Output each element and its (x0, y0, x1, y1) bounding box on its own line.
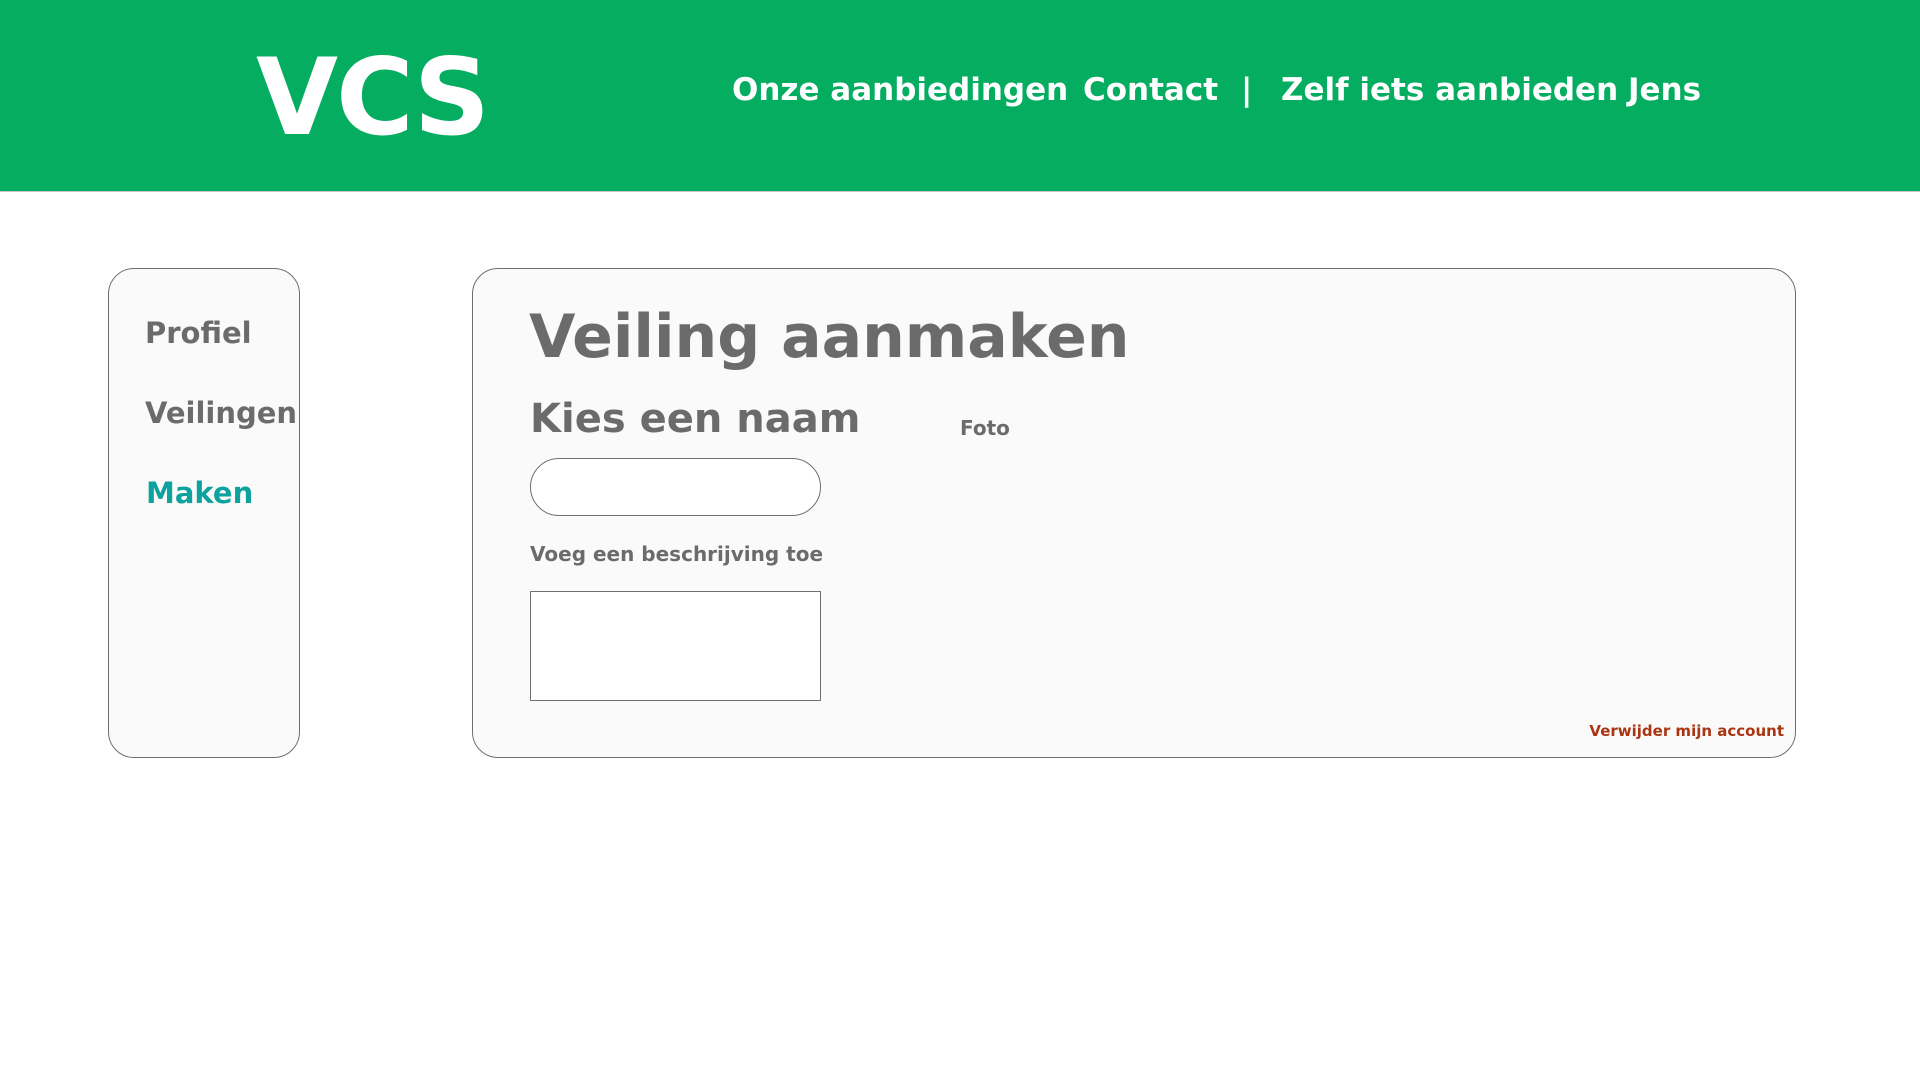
photo-label: Foto (960, 416, 1010, 440)
nav-separator: | (1241, 72, 1253, 108)
page-title: Veiling aanmaken (529, 302, 1130, 372)
nav-link-sell[interactable]: Zelf iets aanbieden (1281, 70, 1618, 110)
site-header: VCS Onze aanbiedingen Contact | Zelf iet… (0, 0, 1920, 192)
nav-link-user[interactable]: Jens (1628, 70, 1701, 110)
site-logo[interactable]: VCS (256, 38, 490, 158)
nav-link-offers[interactable]: Onze aanbiedingen (732, 70, 1068, 110)
delete-account-link[interactable]: Verwijder mijn account (1589, 721, 1784, 741)
sidebar-item-profiel[interactable]: Profiel (145, 315, 252, 351)
create-auction-panel: Veiling aanmaken Kies een naam Voeg een … (472, 268, 1796, 758)
sidebar-item-veilingen[interactable]: Veilingen (145, 395, 297, 431)
auction-description-textarea[interactable] (530, 591, 821, 701)
sidebar-item-maken[interactable]: Maken (146, 475, 253, 511)
auction-name-input[interactable] (530, 458, 821, 516)
account-sidebar: Profiel Veilingen Maken (108, 268, 300, 758)
nav-link-contact[interactable]: Contact (1083, 70, 1218, 110)
name-label: Kies een naam (530, 396, 861, 442)
description-label: Voeg een beschrijving toe (530, 542, 824, 566)
